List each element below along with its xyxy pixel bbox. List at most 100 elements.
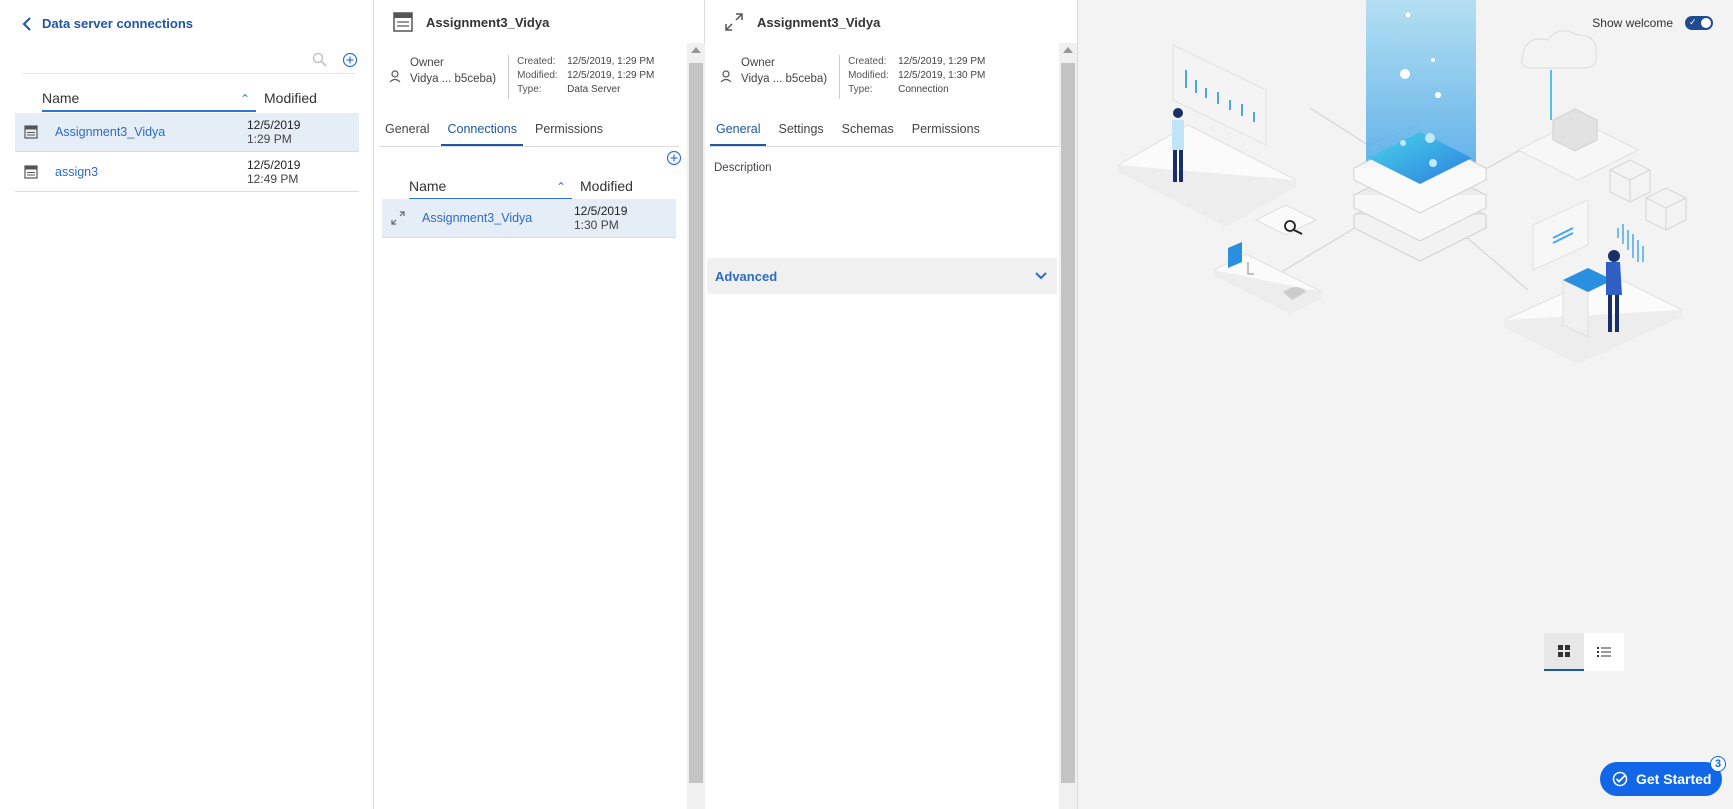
dates-block: Created: 12/5/2019, 1:29 PM Modified: 12/5… — [840, 55, 985, 99]
connection-icon — [391, 211, 405, 225]
add-icon[interactable] — [342, 52, 358, 68]
show-welcome-toggle[interactable]: ✓ — [1685, 16, 1713, 30]
scroll-thumb[interactable] — [689, 63, 703, 783]
user-icon — [389, 70, 401, 83]
toolbar-divider — [22, 73, 355, 74]
row-date: 12/5/2019 — [574, 204, 628, 218]
dates-block: Created: 12/5/2019, 1:29 PM Modified: 12/5… — [509, 55, 654, 99]
modified-column-header[interactable]: Modified — [580, 178, 633, 200]
data-server-icon — [24, 165, 38, 179]
type-label: Type: — [848, 84, 873, 95]
toggle-knob — [1701, 18, 1711, 28]
connections-header: Name ⌃ Modified — [409, 178, 633, 200]
name-column-label: Name — [409, 178, 447, 194]
grid-view-button[interactable] — [1544, 633, 1584, 671]
description-label: Description — [714, 162, 772, 174]
view-switcher — [1544, 633, 1624, 671]
list-icon — [1597, 647, 1611, 657]
created-label: Created: — [848, 56, 887, 67]
check-circle-icon — [1612, 771, 1628, 787]
tab-permissions[interactable]: Permissions — [906, 120, 986, 146]
name-column-label: Name — [42, 90, 80, 106]
notification-badge: 3 — [1710, 756, 1726, 772]
show-welcome-control: Show welcome ✓ — [1592, 16, 1713, 30]
tab-connections[interactable]: Connections — [441, 120, 523, 146]
scrollbar[interactable] — [687, 43, 705, 809]
panel-header: Assignment3_Vidya — [723, 12, 880, 32]
scrollbar[interactable] — [1059, 43, 1077, 809]
modified-column-header[interactable]: Modified — [264, 90, 317, 112]
panel-header: Assignment3_Vidya — [392, 12, 549, 32]
row-modified: 12/5/2019 1:30 PM — [574, 204, 627, 232]
created-label: Created: — [517, 56, 556, 67]
row-time: 1:29 PM — [247, 132, 292, 146]
tab-general[interactable]: General — [710, 120, 767, 146]
created-value: 12/5/2019, 1:29 PM — [898, 56, 986, 67]
show-welcome-label: Show welcome — [1592, 16, 1673, 30]
search-icon[interactable] — [312, 52, 328, 68]
row-name[interactable]: Assignment3_Vidya — [55, 125, 247, 139]
owner-value: Vidya ... b5ceba) — [741, 73, 828, 85]
connection-tabs: General Settings Schemas Permissions — [710, 120, 1060, 147]
sort-ascending-icon: ⌃ — [239, 92, 250, 106]
scroll-up-arrow[interactable] — [1063, 47, 1073, 53]
grid-icon — [1558, 645, 1570, 657]
data-server-panel: Assignment3_Vidya Owner Vidya ... b5ceba… — [374, 0, 705, 809]
panel-title: Assignment3_Vidya — [426, 14, 550, 30]
modified-value: 12/5/2019, 1:29 PM — [567, 70, 655, 81]
panel-title: Assignment3_Vidya — [757, 14, 881, 30]
name-column-header[interactable]: Name ⌃ — [409, 178, 572, 200]
scroll-thumb[interactable] — [1061, 63, 1075, 783]
user-icon — [720, 70, 732, 83]
tab-general[interactable]: General — [379, 120, 435, 146]
list-row[interactable]: Assignment3_Vidya 12/5/2019 1:29 PM — [15, 113, 359, 152]
connection-panel: Assignment3_Vidya Owner Vidya ... b5ceba… — [705, 0, 1078, 809]
tab-schemas[interactable]: Schemas — [836, 120, 900, 146]
modified-label: Modified: — [848, 70, 889, 81]
data-server-icon — [24, 125, 38, 139]
modified-label: Modified: — [517, 70, 558, 81]
owner-value: Vidya ... b5ceba) — [410, 73, 497, 85]
owner-label: Owner — [741, 57, 775, 69]
row-date: 12/5/2019 — [247, 118, 301, 132]
get-started-label: Get Started — [1636, 771, 1712, 787]
connection-icon — [725, 13, 743, 31]
connections-list-panel: Data server connections Name ⌃ Modified … — [0, 0, 374, 809]
owner-block: Owner Vidya ... b5ceba) — [719, 55, 841, 99]
get-started-button[interactable]: Get Started 3 — [1600, 756, 1726, 796]
list-toolbar — [312, 52, 358, 68]
advanced-section-toggle[interactable]: Advanced — [707, 258, 1057, 294]
metadata-block: Owner Vidya ... b5ceba) Created: 12/5/201… — [719, 55, 985, 99]
name-column-header[interactable]: Name ⌃ — [42, 90, 256, 112]
type-label: Type: — [517, 84, 542, 95]
owner-block: Owner Vidya ... b5ceba) — [388, 55, 510, 99]
list-view-button[interactable] — [1584, 633, 1624, 671]
advanced-label: Advanced — [715, 268, 778, 284]
back-link-label: Data server connections — [42, 16, 194, 31]
modified-value: 12/5/2019, 1:30 PM — [898, 70, 986, 81]
row-name[interactable]: Assignment3_Vidya — [422, 211, 574, 225]
connection-row[interactable]: Assignment3_Vidya 12/5/2019 1:30 PM — [382, 199, 676, 238]
back-link[interactable]: Data server connections — [22, 16, 193, 31]
modified-column-label: Modified — [264, 90, 317, 106]
scroll-up-arrow[interactable] — [691, 47, 701, 53]
add-connection-icon[interactable] — [666, 150, 682, 166]
row-time: 12:49 PM — [247, 172, 299, 186]
row-modified: 12/5/2019 1:29 PM — [247, 118, 300, 146]
modified-column-label: Modified — [580, 178, 633, 194]
sort-ascending-icon: ⌃ — [555, 180, 566, 194]
tab-permissions[interactable]: Permissions — [529, 120, 609, 146]
owner-label: Owner — [410, 57, 444, 69]
list-row[interactable]: assign3 12/5/2019 12:49 PM — [15, 153, 359, 192]
row-time: 1:30 PM — [574, 218, 619, 232]
created-value: 12/5/2019, 1:29 PM — [567, 56, 655, 67]
row-date: 12/5/2019 — [247, 158, 301, 172]
row-modified: 12/5/2019 12:49 PM — [247, 158, 300, 186]
welcome-illustration — [1116, 0, 1687, 364]
chevron-down-icon — [1035, 272, 1047, 280]
row-name[interactable]: assign3 — [55, 165, 247, 179]
metadata-block: Owner Vidya ... b5ceba) Created: 12/5/201… — [388, 55, 654, 99]
tab-settings[interactable]: Settings — [772, 120, 829, 146]
chevron-left-icon — [22, 16, 31, 31]
server-tabs: General Connections Permissions — [379, 120, 679, 147]
